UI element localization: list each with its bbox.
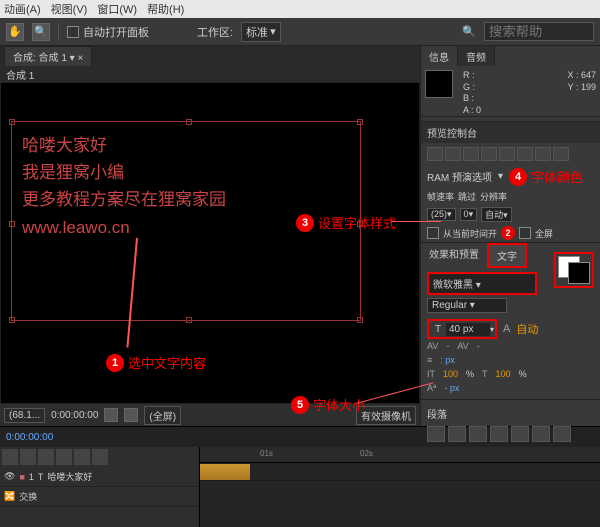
stroke-color[interactable] — [568, 262, 590, 284]
menu-help[interactable]: 帮助(H) — [147, 1, 184, 17]
zoom-tool-icon[interactable]: 🔍 — [32, 23, 50, 41]
badge-2: 2 — [501, 226, 515, 240]
menu-animation[interactable]: 动画(A) — [4, 1, 41, 17]
callout-5: 5字体大小 — [291, 395, 365, 414]
res-dropdown[interactable]: 自动▾ — [481, 207, 512, 222]
snapshot-icon[interactable] — [104, 408, 118, 422]
next-frame-icon[interactable] — [481, 147, 497, 161]
align-right-icon[interactable] — [469, 426, 487, 442]
handle-icon[interactable] — [357, 119, 363, 125]
play-icon[interactable] — [463, 147, 479, 161]
text-color-picker[interactable] — [554, 252, 594, 288]
badge-3: 3 — [296, 214, 314, 232]
align-center-icon[interactable] — [448, 426, 466, 442]
hand-tool-icon[interactable]: ✋ — [6, 23, 24, 41]
prev-frame-icon[interactable] — [445, 147, 461, 161]
tracking-icon: AV — [457, 341, 468, 351]
justify-all-icon[interactable] — [553, 426, 571, 442]
leading-value[interactable]: 自动 — [516, 321, 538, 337]
tab-effects[interactable]: 效果和预置 — [421, 243, 487, 268]
play-controls — [421, 143, 600, 165]
fullscreen-checkbox[interactable]: 全屏 — [519, 227, 553, 240]
menu-bar: 动画(A) 视图(V) 窗口(W) 帮助(H) — [0, 0, 600, 18]
timeline-timecode[interactable]: 0:00:00:00 — [6, 432, 53, 443]
tab-character[interactable]: 文字 — [487, 243, 527, 268]
badge-5: 5 — [291, 396, 309, 414]
leading-icon: A — [503, 323, 510, 335]
paragraph-panel-title: 段落 — [427, 404, 594, 423]
skip-dropdown[interactable]: 0▾ — [460, 208, 478, 221]
vscale-icon: IT — [427, 369, 435, 379]
workspace-dropdown[interactable]: 标准 ▾ — [241, 22, 281, 42]
channel-icon[interactable] — [124, 408, 138, 422]
ram-label: RAM 预演选项 — [427, 169, 492, 184]
ram-preview-icon[interactable] — [553, 147, 569, 161]
handle-icon[interactable] — [357, 317, 363, 323]
font-family-dropdown[interactable]: 微软雅黑 ▾ — [427, 272, 537, 295]
badge-1: 1 — [106, 354, 124, 372]
resolution-dropdown[interactable]: (全屏) — [144, 406, 181, 425]
last-frame-icon[interactable] — [499, 147, 515, 161]
info-panel-tabs: 信息 音频 — [421, 46, 600, 66]
time-ruler[interactable]: 01s 02s — [200, 447, 600, 463]
top-toolbar: ✋ 🔍 自动打开面板 工作区: 标准 ▾ 🔍 — [0, 18, 600, 46]
tl-tool-icon[interactable] — [38, 449, 54, 465]
tl-tool-icon[interactable] — [20, 449, 36, 465]
callout-3: 3设置字体样式 — [296, 213, 396, 232]
checkbox-icon — [67, 26, 79, 38]
badge-4: 4 — [509, 168, 527, 186]
tab-info[interactable]: 信息 — [421, 46, 458, 66]
comp-subtab[interactable]: 合成 1 — [0, 66, 420, 82]
handle-icon[interactable] — [9, 221, 15, 227]
kerning-icon: AV — [427, 341, 438, 351]
composition-viewer[interactable]: 哈喽大家好 我是狸窝小编 更多教程方案尽在狸窝家园 www.leawo.cn 1… — [0, 82, 420, 404]
auto-open-checkbox[interactable]: 自动打开面板 — [67, 24, 149, 40]
tl-tool-icon[interactable] — [74, 449, 90, 465]
justify-left-icon[interactable] — [490, 426, 508, 442]
workspace-label: 工作区: — [197, 24, 233, 40]
framerate-dropdown[interactable]: (25)▾ — [427, 208, 456, 221]
justify-right-icon[interactable] — [532, 426, 550, 442]
callout-1: 1选中文字内容 — [106, 353, 206, 372]
layer-row[interactable]: 👁■1T 哈喽大家好 — [0, 467, 199, 487]
layer-clip[interactable] — [200, 464, 250, 480]
comp-tabs: 合成: 合成 1 ▾ × — [0, 46, 420, 66]
menu-window[interactable]: 窗口(W) — [97, 1, 137, 17]
tl-tool-icon[interactable] — [2, 449, 18, 465]
font-size-input[interactable]: T 40 px ▾ — [427, 319, 497, 339]
color-swatch — [425, 70, 453, 98]
info-panel: R :G :B :A : 0 X : 647Y : 199 — [421, 66, 600, 116]
handle-icon[interactable] — [9, 119, 15, 125]
callout-4: 4字体颜色 — [509, 167, 583, 186]
from-current-checkbox[interactable]: 从当前时间开 — [427, 227, 497, 240]
timecode-display[interactable]: 0:00:00:00 — [51, 410, 98, 421]
comp-tab-active[interactable]: 合成: 合成 1 ▾ × — [4, 46, 92, 66]
justify-center-icon[interactable] — [511, 426, 529, 442]
handle-icon[interactable] — [186, 119, 192, 125]
tl-tool-icon[interactable] — [56, 449, 72, 465]
hscale-icon: T — [482, 369, 488, 379]
preview-panel-title: 预览控制台 — [421, 122, 600, 143]
font-size-icon: T — [430, 322, 446, 336]
first-frame-icon[interactable] — [427, 147, 443, 161]
switches-row[interactable]: 🔀交换 — [0, 487, 199, 507]
mute-icon[interactable] — [517, 147, 533, 161]
handle-icon[interactable] — [186, 317, 192, 323]
loop-icon[interactable] — [535, 147, 551, 161]
tl-tool-icon[interactable] — [92, 449, 108, 465]
zoom-dropdown[interactable]: (68.1... — [4, 408, 45, 423]
align-left-icon[interactable] — [427, 426, 445, 442]
menu-view[interactable]: 视图(V) — [51, 1, 88, 17]
arrow-annotation — [391, 221, 441, 222]
tab-audio[interactable]: 音频 — [458, 46, 495, 66]
search-input[interactable] — [484, 22, 594, 41]
handle-icon[interactable] — [9, 317, 15, 323]
font-style-dropdown[interactable]: Regular ▾ — [427, 298, 507, 313]
